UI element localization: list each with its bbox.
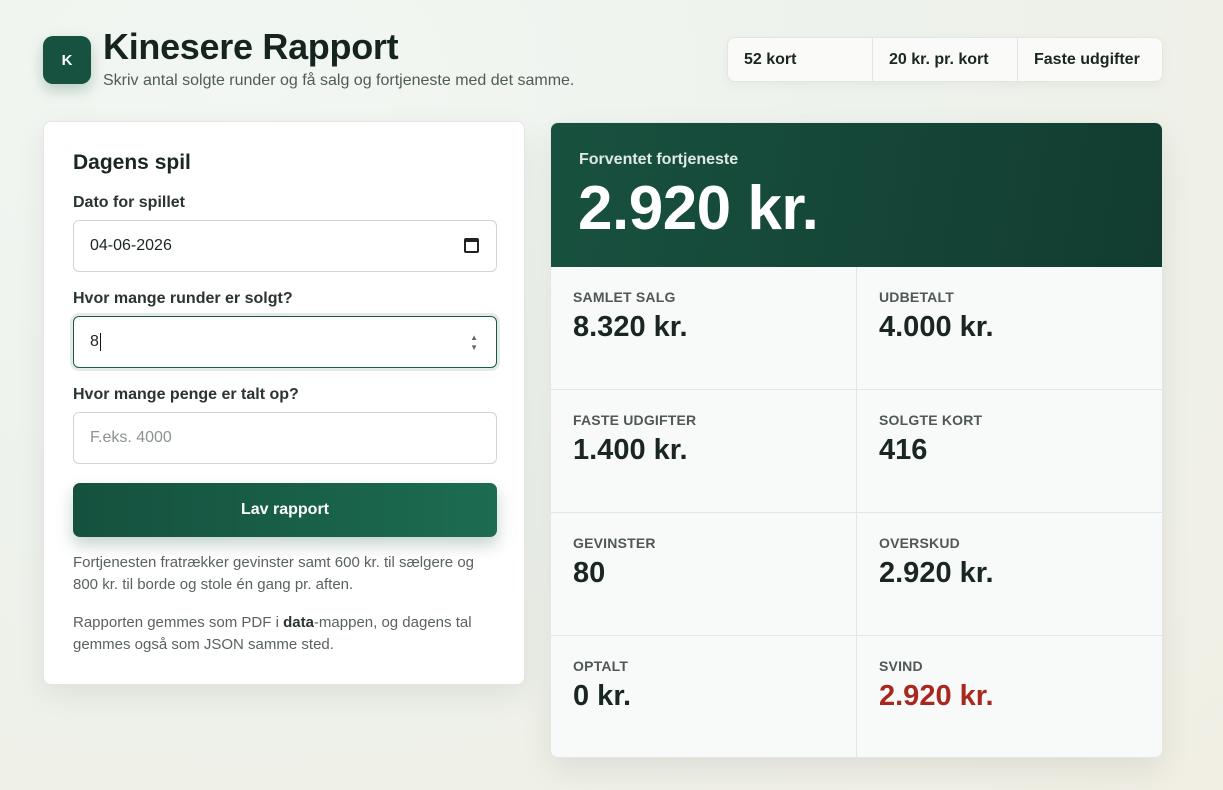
- calendar-icon[interactable]: [464, 238, 479, 253]
- date-input[interactable]: 04-06-2026: [73, 220, 497, 272]
- stat-value: 2.920 kr.: [879, 557, 994, 589]
- chip-fixed-costs: Faste udgifter: [1034, 50, 1140, 68]
- stat-label: FASTE UDGIFTER: [573, 412, 697, 428]
- stat-value: 80: [573, 557, 606, 589]
- stat-value: 416: [879, 434, 928, 466]
- create-report-button[interactable]: Lav rapport: [73, 483, 497, 537]
- stat-value: 4.000 kr.: [879, 311, 994, 343]
- profit-note: Fortjenesten fratrækker gevinster samt 6…: [73, 554, 475, 593]
- rounds-input[interactable]: 8 ▲ ▼: [73, 316, 497, 368]
- form-title: Dagens spil: [73, 151, 191, 174]
- app-logo: K: [43, 36, 91, 84]
- rounds-label: Hvor mange runder er solgt?: [73, 290, 293, 307]
- date-label: Dato for spillet: [73, 194, 186, 211]
- info-chips: 52 kort 20 kr. pr. kort Faste udgifter: [727, 37, 1163, 82]
- result-card: Forventet fortjeneste 2.920 kr. SAMLET S…: [550, 122, 1163, 758]
- stat-counted: OPTALT 0 kr.: [551, 636, 857, 757]
- game-form-card: Dagens spil Dato for spillet 04-06-2026 …: [43, 121, 525, 685]
- stat-label: OPTALT: [573, 658, 629, 674]
- stat-value: 2.920 kr.: [879, 680, 994, 712]
- stat-label: SOLGTE KORT: [879, 412, 983, 428]
- hero-value: 2.920 kr.: [578, 174, 819, 243]
- stat-paid-out: UDBETALT 4.000 kr.: [857, 267, 1162, 390]
- stat-surplus: OVERSKUD 2.920 kr.: [857, 513, 1162, 636]
- logo-letter: K: [61, 51, 73, 69]
- money-placeholder: F.eks. 4000: [90, 429, 172, 446]
- stat-label: SVIND: [879, 658, 923, 674]
- page-subtitle: Skriv antal solgte runder og få salg og …: [103, 72, 575, 89]
- profit-hero: Forventet fortjeneste 2.920 kr.: [551, 123, 1162, 267]
- stat-fixed-costs: FASTE UDGIFTER 1.400 kr.: [551, 390, 857, 513]
- stat-value: 0 kr.: [573, 680, 632, 712]
- page-title: Kinesere Rapport: [103, 26, 399, 67]
- stat-label: SAMLET SALG: [573, 289, 676, 305]
- chip-price: 20 kr. pr. kort: [873, 38, 1018, 81]
- money-input[interactable]: F.eks. 4000: [73, 412, 497, 464]
- storage-note: Rapporten gemmes som PDF i data-mappen, …: [73, 614, 472, 653]
- data-folder-name: data: [283, 614, 314, 631]
- stat-cards-sold: SOLGTE KORT 416: [857, 390, 1162, 513]
- spinner-icon[interactable]: ▲ ▼: [470, 334, 478, 352]
- money-label: Hvor mange penge er talt op?: [73, 386, 299, 403]
- stat-value: 1.400 kr.: [573, 434, 688, 466]
- stat-prizes: GEVINSTER 80: [551, 513, 857, 636]
- stat-label: OVERSKUD: [879, 535, 960, 551]
- date-value: 04-06-2026: [90, 237, 172, 254]
- stat-label: GEVINSTER: [573, 535, 656, 551]
- text-caret: [99, 333, 101, 351]
- chip-cards: 52 kort: [728, 38, 873, 81]
- stat-label: UDBETALT: [879, 289, 954, 305]
- stat-value: 8.320 kr.: [573, 311, 688, 343]
- rounds-value: 8: [90, 333, 99, 350]
- stat-shortfall: SVIND 2.920 kr.: [857, 636, 1162, 757]
- hero-label: Forventet fortjeneste: [579, 151, 739, 168]
- stat-total-sales: SAMLET SALG 8.320 kr.: [551, 267, 857, 390]
